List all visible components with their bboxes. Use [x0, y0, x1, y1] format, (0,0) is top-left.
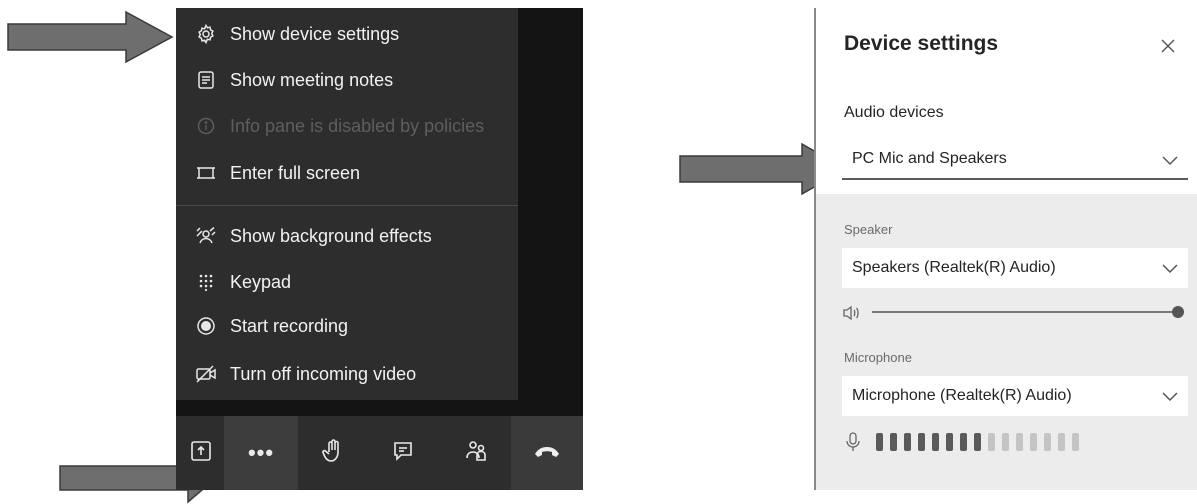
menu-item-turn-off-incoming-video[interactable]: Turn off incoming video [176, 352, 518, 396]
device-settings-panel: Device settings Audio devices PC Mic and… [814, 8, 1197, 490]
keypad-icon [194, 270, 218, 294]
close-icon [1161, 39, 1175, 53]
menu-item-label: Keypad [230, 271, 292, 292]
menu-item-enter-full-screen[interactable]: Enter full screen [176, 151, 518, 195]
raise-hand-button[interactable] [300, 416, 366, 490]
menu-item-label: Show meeting notes [230, 69, 394, 90]
mic-level-bar [1044, 433, 1051, 451]
mic-level-bar [988, 433, 995, 451]
menu-item-keypad[interactable]: Keypad [176, 260, 518, 304]
share-screen-button[interactable] [176, 416, 224, 490]
mic-level-bar [904, 433, 911, 451]
mic-level-bar [946, 433, 953, 451]
microphone-value: Microphone (Realtek(R) Audio) [852, 387, 1072, 404]
hang-up-icon [533, 444, 561, 463]
mic-level-bar [1016, 433, 1023, 451]
menu-item-label: Show device settings [230, 23, 400, 44]
speaker-value: Speakers (Realtek(R) Audio) [852, 259, 1056, 276]
speaker-volume-slider[interactable] [872, 311, 1184, 313]
raise-hand-icon [322, 438, 344, 468]
menu-item-show-device-settings[interactable]: Show device settings [176, 12, 518, 56]
mic-level-bar [1072, 433, 1079, 451]
menu-item-label: Show background effects [230, 225, 432, 246]
mic-level-bar [890, 433, 897, 451]
menu-item-label: Enter full screen [230, 162, 361, 183]
menu-item-start-recording[interactable]: Start recording [176, 304, 518, 348]
record-icon [194, 314, 218, 338]
microphone-level-meter [876, 433, 1079, 451]
menu-item-label: Start recording [230, 315, 349, 336]
audio-devices-dropdown[interactable]: PC Mic and Speakers [842, 140, 1188, 180]
more-options-button[interactable]: ••• [224, 416, 298, 490]
more-actions-menu: Show device settings Show meeting notes … [176, 8, 518, 400]
video-off-icon [194, 362, 218, 386]
mic-level-bar [960, 433, 967, 451]
speaker-volume-thumb[interactable] [1172, 306, 1184, 318]
audio-devices-label: Audio devices [844, 104, 944, 121]
chevron-down-icon [1162, 264, 1178, 274]
menu-item-label: Info pane is disabled by policies [230, 115, 485, 136]
speaker-volume-icon [843, 305, 859, 321]
menu-item-show-meeting-notes[interactable]: Show meeting notes [176, 58, 518, 102]
mic-level-bar [1030, 433, 1037, 451]
gear-icon [194, 22, 218, 46]
participants-icon [465, 439, 489, 468]
mic-level-bar [974, 433, 981, 451]
close-button[interactable] [1156, 34, 1180, 58]
arrow-to-device-settings [7, 10, 174, 64]
mic-level-bar [1002, 433, 1009, 451]
background-effects-icon [194, 224, 218, 248]
menu-divider [176, 205, 518, 206]
microphone-icon [846, 432, 860, 451]
share-screen-icon [188, 440, 212, 467]
menu-item-label: Turn off incoming video [230, 363, 417, 384]
mic-level-bar [876, 433, 883, 451]
microphone-dropdown[interactable]: Microphone (Realtek(R) Audio) [842, 376, 1188, 416]
menu-item-info-pane-disabled: Info pane is disabled by policies [176, 104, 518, 148]
menu-item-show-background-effects[interactable]: Show background effects [176, 214, 518, 258]
speaker-label: Speaker [844, 222, 893, 237]
hang-up-button[interactable] [511, 416, 583, 490]
info-icon [194, 114, 218, 138]
chat-icon [392, 440, 414, 467]
call-controls-toolbar: ••• [176, 416, 583, 490]
mic-level-bar [1058, 433, 1065, 451]
teams-meeting-window: Show device settings Show meeting notes … [176, 8, 583, 490]
chevron-down-icon [1162, 392, 1178, 402]
fullscreen-icon [194, 161, 218, 185]
audio-device-value: PC Mic and Speakers [852, 150, 1007, 167]
speaker-dropdown[interactable]: Speakers (Realtek(R) Audio) [842, 248, 1188, 288]
microphone-label: Microphone [844, 350, 912, 365]
panel-title: Device settings [844, 32, 999, 55]
chat-button[interactable] [372, 416, 434, 490]
mic-level-bar [932, 433, 939, 451]
participants-button[interactable] [444, 416, 510, 490]
mic-level-bar [918, 433, 925, 451]
notes-icon [194, 68, 218, 92]
more-options-icon: ••• [247, 440, 275, 465]
chevron-down-icon [1162, 156, 1178, 166]
